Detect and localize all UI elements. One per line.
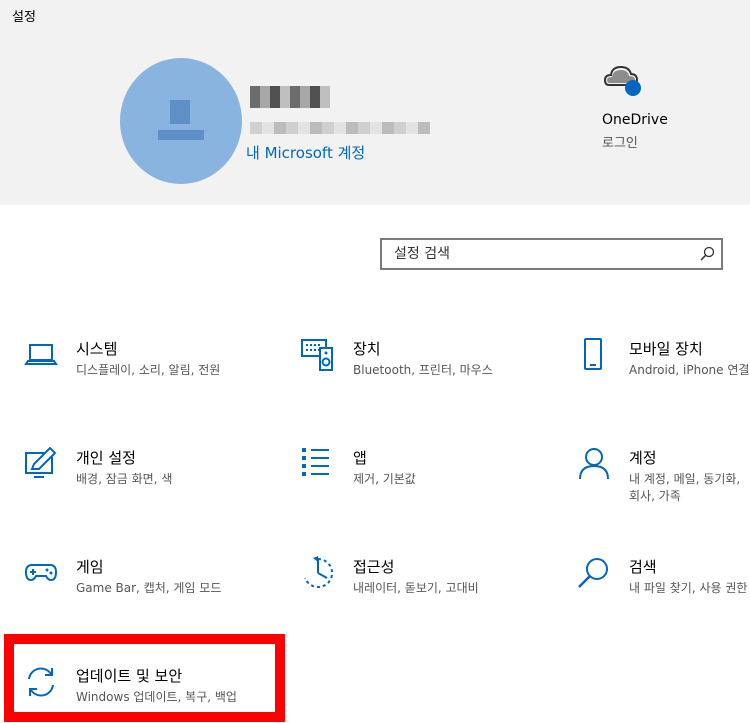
magnifier-icon [578, 558, 608, 588]
tile-title: 검색 [629, 558, 657, 576]
list-icon [302, 448, 329, 476]
tile-description: Game Bar, 캡처, 게임 모드 [76, 581, 222, 595]
paint-icon [25, 447, 57, 478]
tile-search[interactable]: 검색 내 파일 찾기, 사용 권한 [577, 556, 750, 616]
tile-description: Windows 업데이트, 복구, 백업 [76, 690, 237, 704]
tile-description: 내 계정, 메일, 동기화, 회사, 가족 [629, 472, 741, 503]
tile-system[interactable]: 시스템 디스플레이, 소리, 알림, 전원 [24, 338, 264, 398]
onedrive-signin[interactable]: 로그인 [602, 132, 638, 151]
tile-ease-of-access[interactable]: 접근성 내레이터, 돋보기, 고대비 [301, 556, 541, 616]
keyboard-speaker-icon [301, 339, 333, 371]
user-email-redacted [250, 122, 430, 134]
person-icon [579, 448, 609, 480]
avatar [120, 58, 242, 184]
gamepad-icon [24, 564, 58, 582]
tile-description: 배경, 잠금 화면, 색 [76, 472, 173, 486]
account-header: 설정 내 Microsoft 계정 OneDrive 로그인 [0, 0, 750, 205]
tile-update-security[interactable]: 업데이트 및 보안 Windows 업데이트, 복구, 백업 [24, 665, 264, 723]
tile-title: 모바일 장치 [629, 340, 703, 358]
ease-of-access-icon [304, 556, 334, 588]
tile-description: 내레이터, 돋보기, 고대비 [353, 581, 479, 595]
tile-title: 업데이트 및 보안 [76, 667, 183, 685]
tile-description: 디스플레이, 소리, 알림, 전원 [76, 363, 221, 377]
microsoft-account-link[interactable]: 내 Microsoft 계정 [246, 142, 365, 163]
phone-icon [584, 338, 602, 370]
tile-description: 내 파일 찾기, 사용 권한 [629, 581, 748, 595]
tile-title: 장치 [353, 340, 381, 358]
tile-title: 접근성 [353, 558, 395, 576]
tile-title: 게임 [76, 558, 104, 576]
search-icon[interactable] [699, 246, 715, 262]
tile-title: 계정 [629, 449, 657, 467]
tile-description: Bluetooth, 프린터, 마우스 [353, 363, 493, 377]
tile-title: 앱 [353, 449, 367, 467]
settings-search-box[interactable] [380, 238, 723, 270]
onedrive-cloud-icon[interactable] [603, 63, 643, 97]
tile-phone[interactable]: 모바일 장치 Android, iPhone 연결 [577, 338, 750, 398]
tile-gaming[interactable]: 게임 Game Bar, 캡처, 게임 모드 [24, 556, 264, 616]
window-title: 설정 [12, 10, 36, 25]
sync-icon [28, 667, 54, 697]
laptop-icon [24, 344, 58, 365]
tile-apps[interactable]: 앱 제거, 기본값 [301, 447, 541, 507]
user-name-redacted [250, 86, 330, 108]
tile-description: Android, iPhone 연결 [629, 363, 750, 377]
onedrive-title[interactable]: OneDrive [602, 112, 668, 128]
tile-devices[interactable]: 장치 Bluetooth, 프린터, 마우스 [301, 338, 541, 398]
tile-description: 제거, 기본값 [353, 472, 416, 486]
tile-accounts[interactable]: 계정 내 계정, 메일, 동기화, 회사, 가족 [577, 447, 750, 507]
tile-title: 개인 설정 [76, 449, 136, 467]
settings-search-input[interactable] [382, 240, 682, 268]
tile-personalization[interactable]: 개인 설정 배경, 잠금 화면, 색 [24, 447, 264, 507]
tile-title: 시스템 [76, 340, 118, 358]
